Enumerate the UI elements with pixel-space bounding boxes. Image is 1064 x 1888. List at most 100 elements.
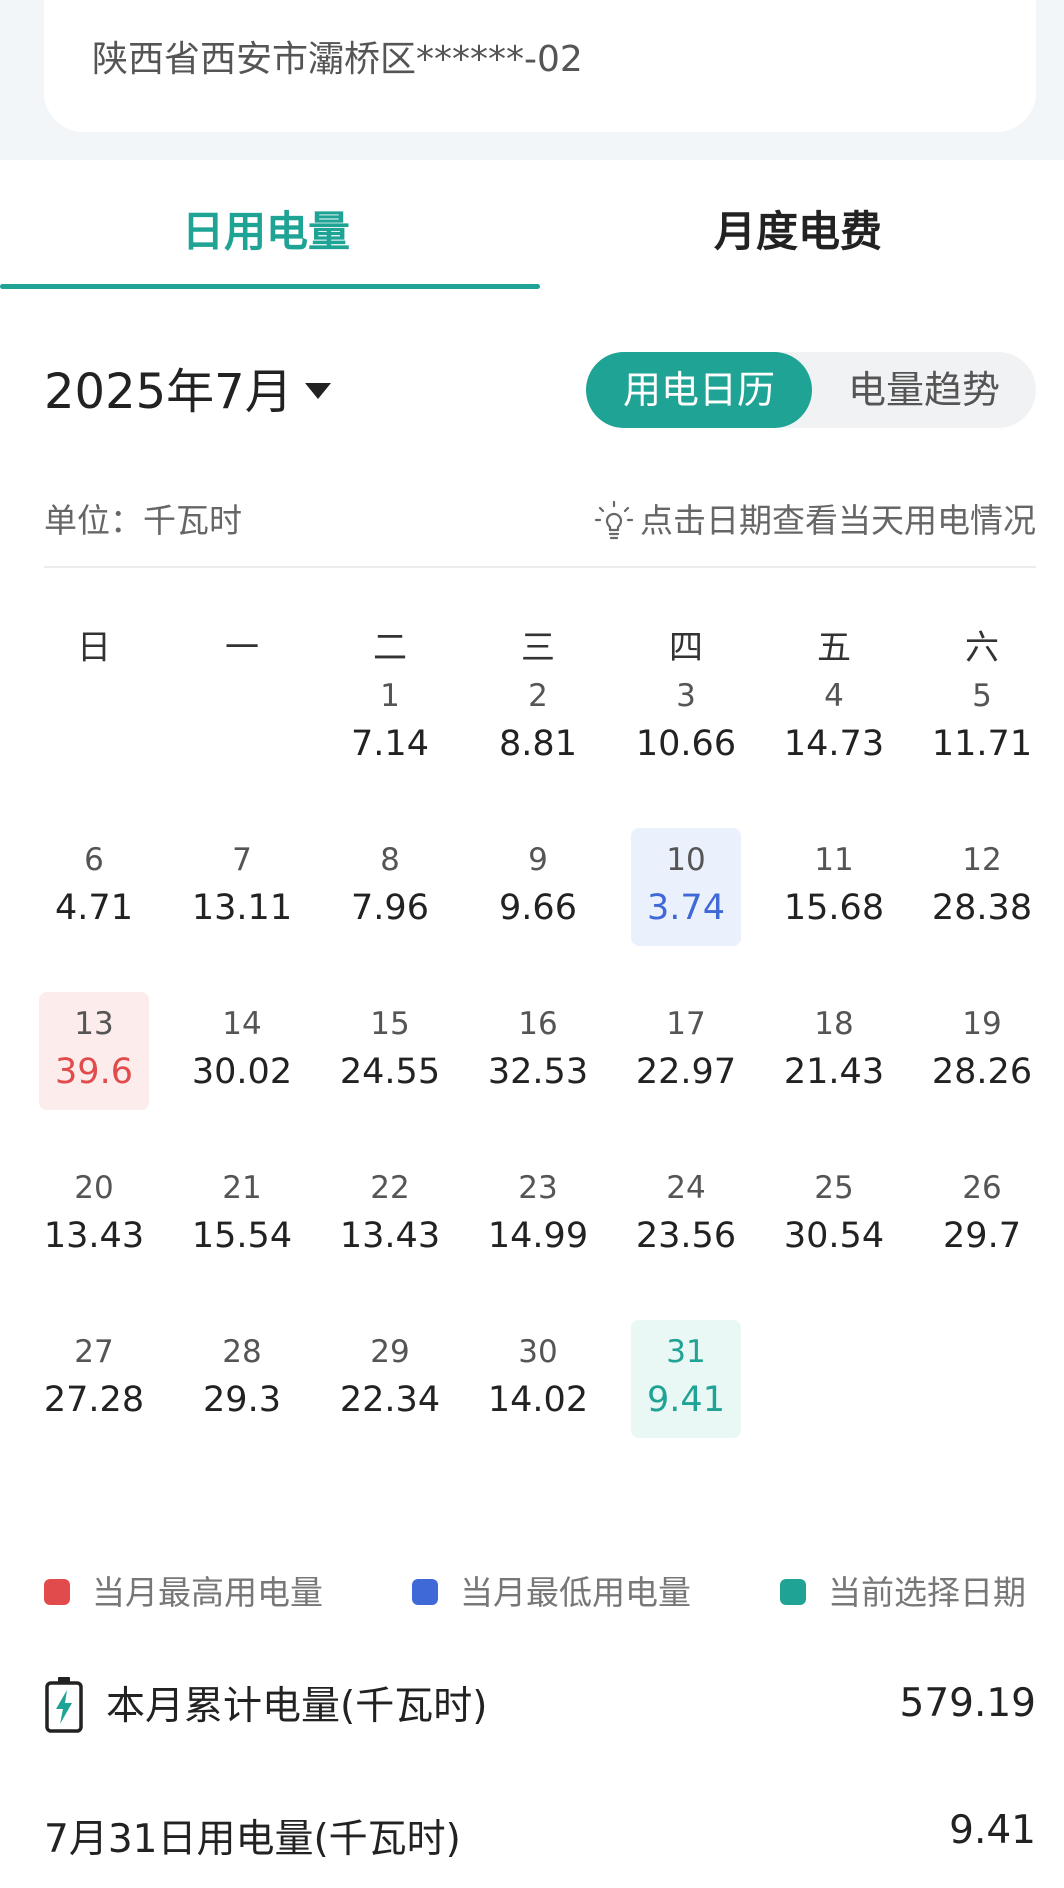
day-number: 20 (74, 1170, 114, 1206)
hint: 点击日期查看当天用电情况 (594, 494, 1036, 543)
calendar-day-cell[interactable]: 9 9.66 (483, 828, 593, 946)
calendar-day-cell[interactable]: 19 28.26 (927, 992, 1037, 1110)
day-number: 22 (370, 1170, 410, 1206)
day-usage: 24.55 (339, 1052, 441, 1092)
calendar-day-cell[interactable]: 21 15.54 (187, 1156, 297, 1274)
day-number: 5 (972, 678, 992, 714)
month-total-label: 本月累计电量(千瓦时) (106, 1684, 488, 1729)
day-usage: 30.54 (783, 1216, 885, 1256)
calendar-day-cell[interactable]: 1 7.14 (335, 664, 445, 782)
calendar-day-cell[interactable]: 10 3.74 (631, 828, 741, 946)
calendar-day-cell[interactable]: 18 21.43 (779, 992, 889, 1110)
day-number: 26 (962, 1170, 1002, 1206)
day-usage: 22.34 (339, 1380, 441, 1420)
day-number: 19 (962, 1006, 1002, 1042)
day-usage: 30.02 (191, 1052, 293, 1092)
day-number: 13 (74, 1006, 114, 1042)
view-toggle: 用电日历 电量趋势 (586, 352, 1036, 428)
tab-monthly-bill[interactable]: 月度电费 (532, 198, 1064, 259)
tab-daily-usage[interactable]: 日用电量 (0, 198, 532, 259)
address-text: 陕西省西安市灞桥区******-02 (92, 39, 583, 80)
day-usage: 29.7 (943, 1216, 1021, 1256)
calendar-day-cell[interactable]: 13 39.6 (39, 992, 149, 1110)
calendar-day-cell[interactable]: 24 23.56 (631, 1156, 741, 1274)
calendar-day-cell[interactable]: 28 29.3 (187, 1320, 297, 1438)
calendar-day-cell[interactable]: 8 7.96 (335, 828, 445, 946)
hint-text: 点击日期查看当天用电情况 (640, 501, 1036, 540)
day-usage: 4.71 (55, 888, 133, 928)
month-label: 2025年7月 (44, 364, 293, 420)
legend-high: 当月最高用电量 (44, 1566, 323, 1614)
day-usage-label: 7月31日用电量(千瓦时) (44, 1817, 461, 1862)
calendar-day-cell[interactable]: 16 32.53 (483, 992, 593, 1110)
toggle-calendar-button[interactable]: 用电日历 (586, 352, 812, 428)
calendar-day-cell[interactable]: 25 30.54 (779, 1156, 889, 1274)
day-usage: 13.43 (339, 1216, 441, 1256)
calendar-day-cell[interactable]: 7 13.11 (187, 828, 297, 946)
legend-high-label: 当月最高用电量 (92, 1573, 323, 1612)
day-number: 14 (222, 1006, 262, 1042)
month-total-row: 本月累计电量(千瓦时) 579.19 (44, 1675, 1036, 1738)
calendar-day-cell[interactable]: 2 8.81 (483, 664, 593, 782)
weekday-wed: 三 (521, 628, 555, 668)
day-number: 12 (962, 842, 1002, 878)
calendar-day-cell[interactable]: 29 22.34 (335, 1320, 445, 1438)
day-number: 7 (232, 842, 252, 878)
day-number: 8 (380, 842, 400, 878)
day-usage-value: 9.41 (949, 1808, 1036, 1853)
day-number: 24 (666, 1170, 706, 1206)
calendar-day-cell[interactable]: 27 27.28 (39, 1320, 149, 1438)
legend-high-swatch (44, 1578, 70, 1605)
calendar-day-cell[interactable]: 17 22.97 (631, 992, 741, 1110)
day-usage: 21.43 (783, 1052, 885, 1092)
day-usage: 13.43 (43, 1216, 145, 1256)
calendar-day-cell[interactable]: 4 14.73 (779, 664, 889, 782)
day-usage: 28.38 (931, 888, 1033, 928)
day-usage: 15.54 (191, 1216, 293, 1256)
day-usage: 9.66 (499, 888, 577, 928)
day-number: 31 (666, 1334, 706, 1370)
day-number: 15 (370, 1006, 410, 1042)
day-number: 16 (518, 1006, 558, 1042)
calendar-day-cell[interactable]: 31 9.41 (631, 1320, 741, 1438)
month-total-value: 579.19 (899, 1681, 1036, 1726)
calendar-day-cell[interactable]: 6 4.71 (39, 828, 149, 946)
day-number: 11 (814, 842, 854, 878)
day-number: 2 (528, 678, 548, 714)
day-number: 18 (814, 1006, 854, 1042)
day-number: 3 (676, 678, 696, 714)
day-usage: 7.14 (351, 724, 429, 764)
day-usage: 28.26 (931, 1052, 1033, 1092)
calendar-day-cell[interactable]: 23 14.99 (483, 1156, 593, 1274)
day-usage: 32.53 (487, 1052, 589, 1092)
calendar-day-cell[interactable]: 12 28.38 (927, 828, 1037, 946)
address-card[interactable]: 陕西省西安市灞桥区******-02 (44, 0, 1036, 132)
day-usage: 3.74 (647, 888, 725, 928)
calendar-day-cell[interactable]: 22 13.43 (335, 1156, 445, 1274)
day-usage-row: 7月31日用电量(千瓦时) 9.41 (44, 1808, 1036, 1864)
calendar-day-cell[interactable]: 30 14.02 (483, 1320, 593, 1438)
calendar-day-cell[interactable]: 11 15.68 (779, 828, 889, 946)
top-area: 陕西省西安市灞桥区******-02 (0, 0, 1064, 160)
toggle-trend-button[interactable]: 电量趋势 (812, 352, 1036, 428)
calendar-day-cell[interactable]: 5 11.71 (927, 664, 1037, 782)
legend-selected-swatch (780, 1578, 806, 1605)
calendar-day-cell[interactable]: 15 24.55 (335, 992, 445, 1110)
day-number: 1 (380, 678, 400, 714)
day-usage: 23.56 (635, 1216, 737, 1256)
month-picker[interactable]: 2025年7月 (44, 352, 331, 422)
day-usage: 9.41 (647, 1380, 725, 1420)
legend-low-label: 当月最低用电量 (460, 1573, 691, 1612)
day-number: 25 (814, 1170, 854, 1206)
calendar-day-cell[interactable]: 26 29.7 (927, 1156, 1037, 1274)
weekday-fri: 五 (817, 628, 851, 668)
calendar-day-cell[interactable]: 20 13.43 (39, 1156, 149, 1274)
calendar-day-cell[interactable]: 3 10.66 (631, 664, 741, 782)
day-number: 6 (84, 842, 104, 878)
legend-low: 当月最低用电量 (412, 1566, 691, 1614)
day-usage: 22.97 (635, 1052, 737, 1092)
day-usage: 13.11 (191, 888, 293, 928)
weekday-sun: 日 (77, 628, 111, 668)
calendar-day-cell[interactable]: 14 30.02 (187, 992, 297, 1110)
caret-down-icon (304, 383, 331, 399)
